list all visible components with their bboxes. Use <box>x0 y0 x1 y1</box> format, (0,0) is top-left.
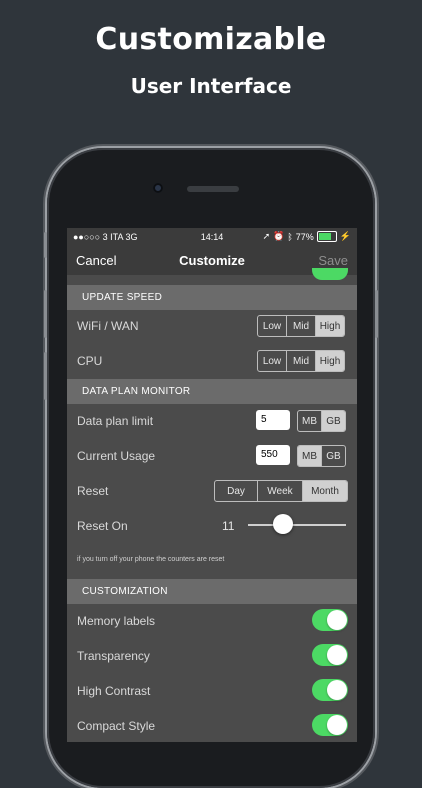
scrolled-toggle[interactable] <box>312 268 348 280</box>
location-icon: ➚ <box>262 231 271 241</box>
reset-note: if you turn off your phone the counters … <box>77 556 225 563</box>
bluetooth-icon: ᛒ <box>287 231 293 242</box>
mute-switch <box>44 232 47 258</box>
cpu-high-option[interactable]: High <box>315 351 344 371</box>
cpu-speed-control[interactable]: Low Mid High <box>257 350 345 372</box>
status-bar: ●●○○○ 3 ITA 3G 14:14 ➚ ⏰ ᛒ 77% ⚡ <box>67 228 357 245</box>
usage-gb-option[interactable]: GB <box>321 446 345 466</box>
save-button[interactable]: Save <box>318 253 348 268</box>
battery-percent: 77% <box>295 231 314 242</box>
reset-on-slider-track[interactable] <box>248 524 346 526</box>
cpu-mid-option[interactable]: Mid <box>286 351 315 371</box>
section-header-data-plan: DATA PLAN MONITOR <box>67 379 357 404</box>
status-right: ➚ ⏰ ᛒ 77% ⚡ <box>263 231 351 242</box>
nav-title: Customize <box>179 253 245 268</box>
limit-mb-option[interactable]: MB <box>298 411 321 431</box>
compact-style-toggle[interactable] <box>312 714 348 736</box>
reset-label: Reset <box>77 484 109 498</box>
reset-on-value: 11 <box>222 519 235 533</box>
high-contrast-label: High Contrast <box>77 684 151 698</box>
usage-mb-option[interactable]: MB <box>298 446 321 466</box>
transparency-label: Transparency <box>77 649 150 663</box>
front-camera <box>153 183 163 193</box>
compact-style-label: Compact Style <box>77 719 156 733</box>
volume-up-button <box>44 290 47 338</box>
earpiece-speaker <box>187 186 239 192</box>
section-header-customization: CUSTOMIZATION <box>67 579 357 604</box>
high-contrast-toggle[interactable] <box>312 679 348 701</box>
wifi-wan-speed-control[interactable]: Low Mid High <box>257 315 345 337</box>
current-usage-unit-control[interactable]: MB GB <box>297 445 346 467</box>
memory-labels-label: Memory labels <box>77 614 156 628</box>
wifi-wan-label: WiFi / WAN <box>77 319 139 333</box>
data-plan-limit-input[interactable]: 5 <box>256 410 290 430</box>
wifi-wan-mid-option[interactable]: Mid <box>286 316 315 336</box>
cpu-label: CPU <box>77 354 103 368</box>
phone-bottom-bezel <box>67 742 357 750</box>
memory-labels-toggle[interactable] <box>312 609 348 631</box>
transparency-toggle[interactable] <box>312 644 348 666</box>
section-header-update-speed: UPDATE SPEED <box>67 285 357 310</box>
promo-subtitle: User Interface <box>130 74 292 98</box>
reset-week-option[interactable]: Week <box>257 481 302 501</box>
wifi-wan-low-option[interactable]: Low <box>258 316 286 336</box>
wifi-wan-high-option[interactable]: High <box>315 316 344 336</box>
charging-icon: ⚡ <box>339 231 351 241</box>
limit-gb-option[interactable]: GB <box>321 411 345 431</box>
reset-on-label: Reset On <box>77 519 128 533</box>
reset-month-option[interactable]: Month <box>302 481 347 501</box>
battery-icon <box>316 231 337 242</box>
current-usage-label: Current Usage <box>77 449 156 463</box>
reset-on-slider-knob[interactable] <box>273 514 293 534</box>
data-plan-limit-unit-control[interactable]: MB GB <box>297 410 346 432</box>
app-screen: ●●○○○ 3 ITA 3G 14:14 ➚ ⏰ ᛒ 77% ⚡ Cancel … <box>67 228 357 750</box>
volume-down-button <box>44 352 47 400</box>
current-usage-input[interactable]: 550 <box>256 445 290 465</box>
cpu-low-option[interactable]: Low <box>258 351 286 371</box>
alarm-icon: ⏰ <box>273 231 285 241</box>
data-plan-limit-label: Data plan limit <box>77 414 154 428</box>
reset-day-option[interactable]: Day <box>215 481 257 501</box>
power-button <box>375 290 378 338</box>
promo-title: Customizable <box>95 22 327 57</box>
reset-period-control[interactable]: Day Week Month <box>214 480 348 502</box>
